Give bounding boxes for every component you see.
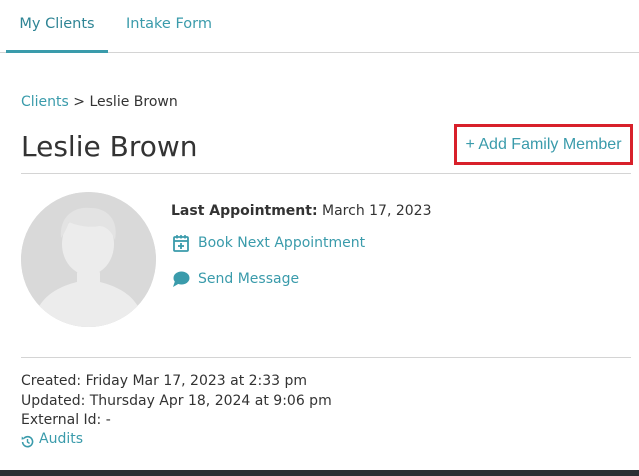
last-appointment-label: Last Appointment: [171,203,318,219]
last-appointment-value: March 17, 2023 [322,203,432,219]
created-timestamp: Created: Friday Mar 17, 2023 at 2:33 pm [21,373,308,389]
breadcrumb-clients-link[interactable]: Clients [21,94,69,110]
tab-my-clients[interactable]: My Clients [6,0,108,53]
book-next-appointment-label: Book Next Appointment [198,235,366,251]
tab-intake-form[interactable]: Intake Form [126,0,212,52]
audits-link[interactable]: Audits [21,431,83,447]
add-family-member-button[interactable]: + Add Family Member [454,124,633,165]
bottom-bar [0,470,639,476]
send-message-label: Send Message [198,271,300,287]
send-message-link[interactable]: Send Message [171,268,299,290]
divider [21,173,631,174]
tab-bar: My Clients Intake Form [0,0,639,53]
avatar [21,192,156,327]
divider [21,357,631,358]
last-appointment: Last Appointment: March 17, 2023 [171,203,432,219]
book-next-appointment-link[interactable]: Book Next Appointment [171,232,365,254]
updated-timestamp: Updated: Thursday Apr 18, 2024 at 9:06 p… [21,393,332,409]
calendar-plus-icon [171,233,191,253]
audits-label: Audits [39,431,84,447]
breadcrumb-separator: > [73,94,86,110]
external-id: External Id: - [21,412,111,428]
breadcrumb-current: Leslie Brown [89,94,178,110]
chat-bubble-icon [171,269,191,289]
history-icon [21,433,34,447]
breadcrumb: Clients > Leslie Brown [21,94,178,110]
avatar-placeholder-icon [21,192,156,327]
page-title: Leslie Brown [21,130,198,163]
